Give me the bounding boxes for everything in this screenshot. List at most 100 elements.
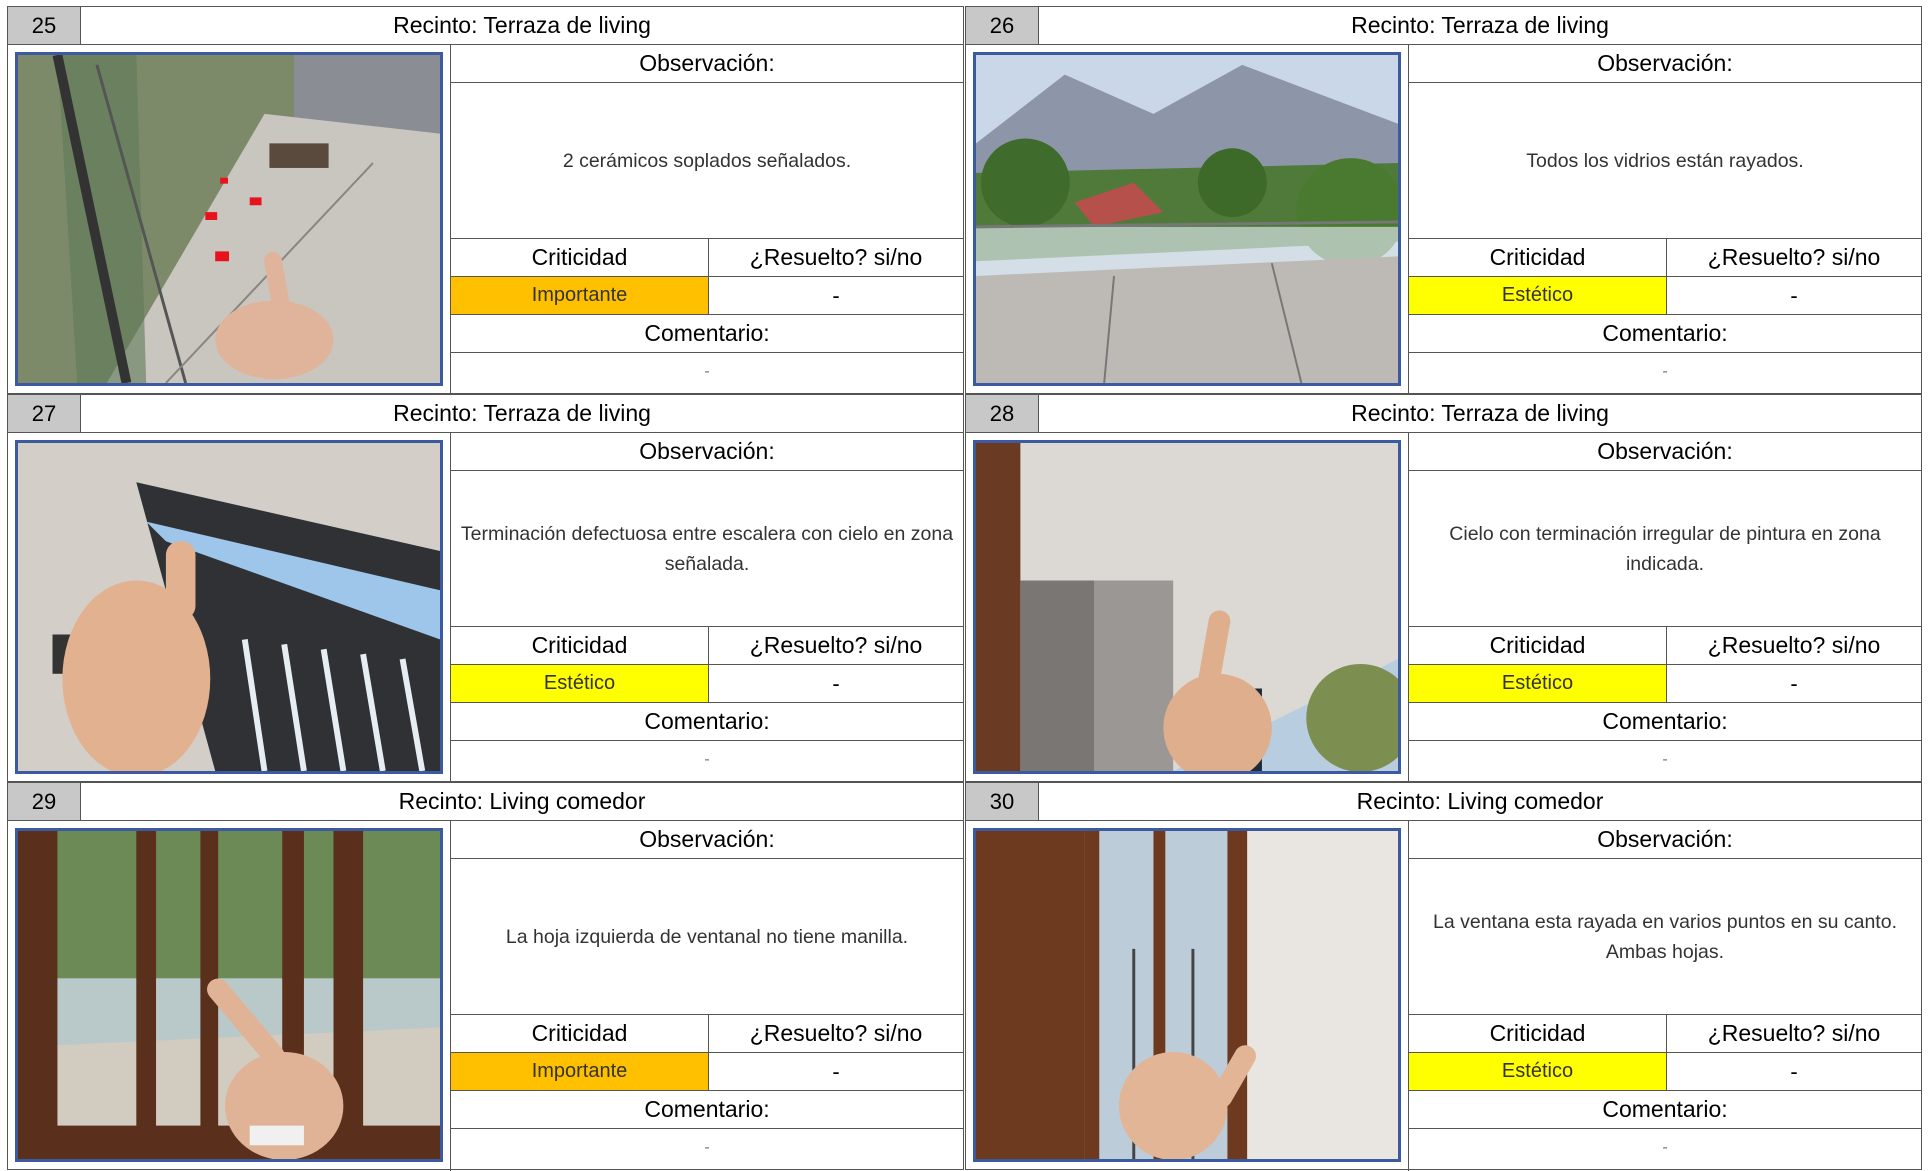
resuelto-value: -: [832, 1059, 840, 1084]
card-header: 27 Recinto: Terraza de living: [8, 395, 963, 433]
criticidad-badge: Estético: [451, 665, 709, 702]
inspection-grid: 25 Recinto: Terraza de living Observación:…: [7, 6, 1922, 1171]
criticidad-header-row: Criticidad ¿Resuelto? si/no: [1408, 627, 1921, 665]
criticidad-value-row: Importante -: [450, 1053, 963, 1091]
criticidad-value-row: Estético -: [450, 665, 963, 703]
observation-panel: Observación: Cielo con terminación irregu…: [1408, 433, 1921, 783]
criticidad-value-row: Estético -: [1408, 1053, 1921, 1091]
criticidad-value-row: Estético -: [1408, 665, 1921, 703]
card-header: 28 Recinto: Terraza de living: [966, 395, 1921, 433]
item-number: 25: [8, 7, 81, 44]
photo-window-frame: [976, 831, 1398, 1159]
observacion-label: Observación:: [1408, 433, 1921, 471]
recinto-title: Recinto: Living comedor: [1356, 788, 1604, 814]
inspection-card: 26 Recinto: Terraza de living Observación:…: [965, 6, 1922, 395]
comentario-value: -: [450, 1129, 963, 1171]
comentario-label: Comentario:: [450, 1091, 963, 1129]
resuelto-label: ¿Resuelto? si/no: [749, 632, 923, 658]
photo-terrace-glass-railing: [976, 55, 1398, 383]
defect-photo: [973, 828, 1401, 1162]
comentario-label: Comentario:: [1408, 1091, 1921, 1129]
criticidad-badge: Estético: [1409, 665, 1667, 702]
criticidad-badge: Importante: [451, 277, 709, 314]
item-number: 27: [8, 395, 81, 432]
recinto-title: Recinto: Terraza de living: [1351, 12, 1609, 38]
criticidad-value-row: Estético -: [1408, 277, 1921, 315]
criticidad-label: Criticidad: [1409, 627, 1667, 664]
criticidad-label: Criticidad: [451, 1015, 709, 1052]
observation-panel: Observación: La ventana esta rayada en va…: [1408, 821, 1921, 1171]
photo-sliding-window: [18, 831, 440, 1159]
resuelto-label: ¿Resuelto? si/no: [749, 1020, 923, 1046]
criticidad-badge: Importante: [451, 1053, 709, 1090]
defect-photo: [15, 440, 443, 774]
observacion-text: Todos los vidrios están rayados.: [1408, 83, 1921, 239]
defect-photo: [15, 828, 443, 1162]
defect-photo: [973, 440, 1401, 774]
recinto-title: Recinto: Living comedor: [398, 788, 646, 814]
inspection-card: 25 Recinto: Terraza de living Observación:…: [7, 6, 964, 395]
criticidad-badge: Estético: [1409, 1053, 1667, 1090]
card-header: 29 Recinto: Living comedor: [8, 783, 963, 821]
observacion-text: 2 cerámicos soplados señalados.: [450, 83, 963, 239]
observation-panel: Observación: Todos los vidrios están raya…: [1408, 45, 1921, 395]
comentario-value: -: [1408, 353, 1921, 395]
inspection-card: 29 Recinto: Living comedor Observación: La …: [7, 782, 964, 1171]
criticidad-label: Criticidad: [451, 239, 709, 276]
resuelto-value: -: [832, 283, 840, 308]
criticidad-value-row: Importante -: [450, 277, 963, 315]
resuelto-value: -: [1790, 671, 1798, 696]
item-number: 26: [966, 7, 1039, 44]
criticidad-label: Criticidad: [1409, 239, 1667, 276]
item-number: 30: [966, 783, 1039, 820]
observacion-label: Observación:: [1408, 821, 1921, 859]
observacion-label: Observación:: [450, 821, 963, 859]
observacion-label: Observación:: [450, 45, 963, 83]
comentario-value: -: [1408, 741, 1921, 783]
criticidad-header-row: Criticidad ¿Resuelto? si/no: [1408, 1015, 1921, 1053]
inspection-card: 27 Recinto: Terraza de living Observación:…: [7, 394, 964, 783]
card-header: 30 Recinto: Living comedor: [966, 783, 1921, 821]
comentario-label: Comentario:: [450, 315, 963, 353]
comentario-value: -: [450, 353, 963, 395]
observation-panel: Observación: 2 cerámicos soplados señalad…: [450, 45, 963, 395]
criticidad-label: Criticidad: [451, 627, 709, 664]
observacion-text: La hoja izquierda de ventanal no tiene m…: [450, 859, 963, 1015]
resuelto-label: ¿Resuelto? si/no: [1707, 1020, 1881, 1046]
card-header: 25 Recinto: Terraza de living: [8, 7, 963, 45]
photo-stair-ceiling-junction: [18, 443, 440, 771]
observacion-text: Terminación defectuosa entre escalera co…: [450, 471, 963, 627]
criticidad-label: Criticidad: [1409, 1015, 1667, 1052]
criticidad-header-row: Criticidad ¿Resuelto? si/no: [450, 239, 963, 277]
observacion-label: Observación:: [1408, 45, 1921, 83]
criticidad-header-row: Criticidad ¿Resuelto? si/no: [450, 627, 963, 665]
observacion-label: Observación:: [450, 433, 963, 471]
observacion-text: La ventana esta rayada en varios puntos …: [1408, 859, 1921, 1015]
comentario-label: Comentario:: [1408, 315, 1921, 353]
resuelto-value: -: [1790, 283, 1798, 308]
recinto-title: Recinto: Terraza de living: [393, 12, 651, 38]
comentario-label: Comentario:: [1408, 703, 1921, 741]
resuelto-value: -: [832, 671, 840, 696]
observation-panel: Observación: Terminación defectuosa entre…: [450, 433, 963, 783]
resuelto-value: -: [1790, 1059, 1798, 1084]
observation-panel: Observación: La hoja izquierda de ventana…: [450, 821, 963, 1171]
card-header: 26 Recinto: Terraza de living: [966, 7, 1921, 45]
recinto-title: Recinto: Terraza de living: [393, 400, 651, 426]
resuelto-label: ¿Resuelto? si/no: [1707, 244, 1881, 270]
photo-ceiling-paint: [976, 443, 1398, 771]
item-number: 29: [8, 783, 81, 820]
item-number: 28: [966, 395, 1039, 432]
comentario-value: -: [1408, 1129, 1921, 1171]
criticidad-header-row: Criticidad ¿Resuelto? si/no: [1408, 239, 1921, 277]
recinto-title: Recinto: Terraza de living: [1351, 400, 1609, 426]
defect-photo: [973, 52, 1401, 386]
inspection-card: 30 Recinto: Living comedor Observación: La …: [965, 782, 1922, 1171]
criticidad-badge: Estético: [1409, 277, 1667, 314]
comentario-label: Comentario:: [450, 703, 963, 741]
resuelto-label: ¿Resuelto? si/no: [749, 244, 923, 270]
comentario-value: -: [450, 741, 963, 783]
observacion-text: Cielo con terminación irregular de pintu…: [1408, 471, 1921, 627]
criticidad-header-row: Criticidad ¿Resuelto? si/no: [450, 1015, 963, 1053]
inspection-card: 28 Recinto: Terraza de living Observación:…: [965, 394, 1922, 783]
